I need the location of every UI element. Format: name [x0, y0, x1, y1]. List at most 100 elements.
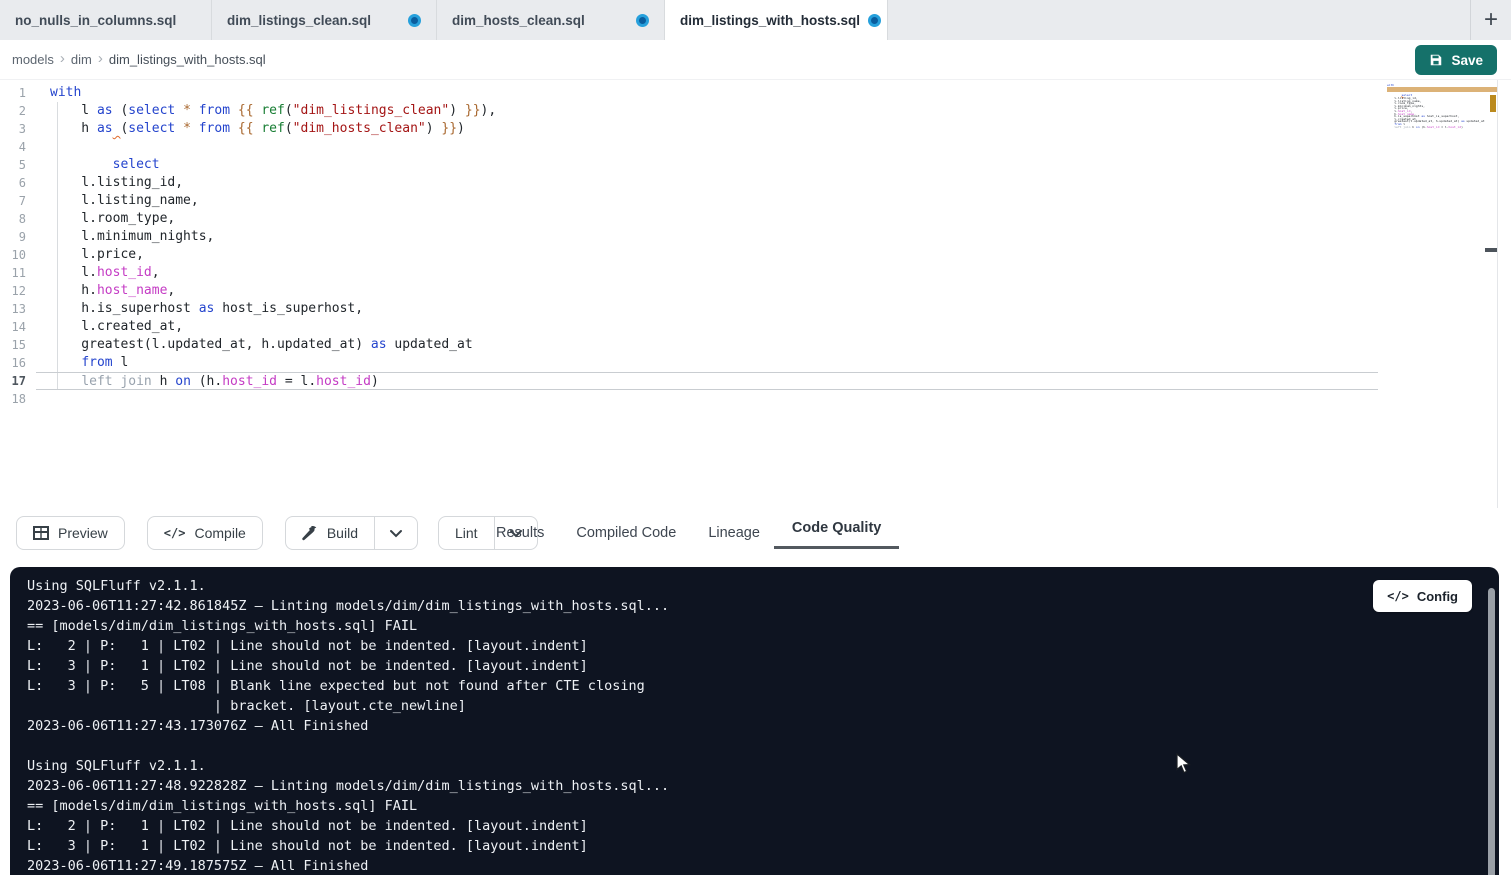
- line-number: 1: [0, 84, 36, 102]
- line-number: 16: [0, 354, 36, 372]
- code-line[interactable]: 16 from l: [0, 354, 1511, 372]
- code-line[interactable]: 6 l.listing_id,: [0, 174, 1511, 192]
- breadcrumb-item: models: [12, 52, 54, 67]
- panel-tab-results[interactable]: Results: [496, 525, 544, 541]
- code-text: [36, 390, 1378, 408]
- scrollbar-lint-mark: [1490, 95, 1496, 112]
- build-dropdown-button[interactable]: [374, 516, 418, 550]
- breadcrumb-item: dim: [71, 52, 92, 67]
- tab-label: dim_listings_clean.sql: [227, 13, 371, 28]
- code-line[interactable]: 4: [0, 138, 1511, 156]
- line-number: 18: [0, 390, 36, 408]
- terminal-line: L: 2 | P: 1 | LT02 | Line should not be …: [27, 816, 1499, 836]
- line-number: 5: [0, 156, 36, 174]
- code-line[interactable]: 9 l.minimum_nights,: [0, 228, 1511, 246]
- code-text: l.host_id,: [36, 264, 1378, 282]
- table-grid-icon: [33, 526, 49, 540]
- code-text: l as (select * from {{ ref("dim_listings…: [36, 102, 1378, 120]
- code-line[interactable]: 7 l.listing_name,: [0, 192, 1511, 210]
- compile-button[interactable]: </> Compile: [147, 516, 263, 550]
- code-line[interactable]: 17 left join h on (h.host_id = l.host_id…: [0, 372, 1511, 390]
- terminal-line: L: 3 | P: 1 | LT02 | Line should not be …: [27, 836, 1499, 856]
- terminal-line: L: 2 | P: 1 | LT02 | Line should not be …: [27, 636, 1499, 656]
- terminal-line: Using SQLFluff v2.1.1.: [27, 576, 1499, 596]
- unsaved-changes-icon[interactable]: [868, 14, 881, 27]
- editor-tab[interactable]: no_nulls_in_columns.sql: [0, 0, 212, 40]
- code-line[interactable]: 8 l.room_type,: [0, 210, 1511, 228]
- compile-label: Compile: [194, 525, 245, 541]
- lint-button[interactable]: Lint: [438, 516, 495, 550]
- config-button[interactable]: </> Config: [1373, 580, 1472, 612]
- code-icon: </>: [1387, 589, 1409, 603]
- code-line[interactable]: 1with: [0, 84, 1511, 102]
- code-text: l.listing_id,: [36, 174, 1378, 192]
- tab-label: dim_listings_with_hosts.sql: [680, 13, 860, 28]
- tab-bar-tabs: no_nulls_in_columns.sql dim_listings_clea…: [0, 0, 888, 40]
- code-line[interactable]: 2 l as (select * from {{ ref("dim_listin…: [0, 102, 1511, 120]
- code-line[interactable]: 18: [0, 390, 1511, 408]
- panel-tab-lineage[interactable]: Lineage: [708, 525, 760, 541]
- terminal-line: [27, 736, 1499, 756]
- code-text: from l: [36, 354, 1378, 372]
- terminal-line: 2023-06-06T11:27:48.922828Z — Linting mo…: [27, 776, 1499, 796]
- minimap[interactable]: with l as (select * from {{ ref("dim_lis…: [1387, 84, 1497, 132]
- code-line[interactable]: 13 h.is_superhost as host_is_superhost,: [0, 300, 1511, 318]
- line-number: 2: [0, 102, 36, 120]
- terminal-line: 2023-06-06T11:27:43.173076Z — All Finish…: [27, 716, 1499, 736]
- preview-label: Preview: [58, 525, 108, 541]
- code-text: greatest(l.updated_at, h.updated_at) as …: [36, 336, 1378, 354]
- code-editor[interactable]: 1with2 l as (select * from {{ ref("dim_l…: [0, 80, 1511, 508]
- terminal-output: Using SQLFluff v2.1.1.2023-06-06T11:27:4…: [10, 567, 1499, 875]
- chevron-right-icon: ›: [98, 50, 103, 67]
- editor-scrollbar[interactable]: [1497, 80, 1511, 508]
- code-text: l.listing_name,: [36, 192, 1378, 210]
- terminal-line: | bracket. [layout.cte_newline]: [27, 696, 1499, 716]
- breadcrumb-item: dim_listings_with_hosts.sql: [109, 52, 266, 67]
- unsaved-changes-icon[interactable]: [408, 14, 421, 27]
- build-button[interactable]: Build: [285, 516, 375, 550]
- code-line[interactable]: 14 l.created_at,: [0, 318, 1511, 336]
- editor-tab[interactable]: dim_listings_with_hosts.sql: [665, 0, 888, 40]
- code-line[interactable]: 15 greatest(l.updated_at, h.updated_at) …: [0, 336, 1511, 354]
- line-number: 17: [0, 372, 36, 390]
- tab-bar: no_nulls_in_columns.sql dim_listings_clea…: [0, 0, 1511, 40]
- code-line[interactable]: 5 select: [0, 156, 1511, 174]
- panel-tab-code-quality[interactable]: Code Quality: [792, 520, 881, 536]
- new-tab-button[interactable]: +: [1470, 0, 1511, 40]
- code-text: l.minimum_nights,: [36, 228, 1378, 246]
- build-label: Build: [327, 525, 358, 541]
- code-line[interactable]: 3 h as (select * from {{ ref("dim_hosts_…: [0, 120, 1511, 138]
- save-button-label: Save: [1451, 53, 1483, 68]
- lint-label: Lint: [455, 525, 478, 541]
- code-line[interactable]: 12 h.host_name,: [0, 282, 1511, 300]
- line-number: 8: [0, 210, 36, 228]
- panel-tab-compiled-code[interactable]: Compiled Code: [576, 525, 676, 541]
- build-split-button: Build: [285, 516, 418, 550]
- unsaved-changes-icon[interactable]: [636, 14, 649, 27]
- chevron-down-icon: [389, 529, 403, 538]
- scrollbar-cursor-mark: [1485, 248, 1497, 252]
- action-toolbar: Preview </> Compile Build Lint Results Co…: [0, 508, 1511, 558]
- line-number: 9: [0, 228, 36, 246]
- save-button[interactable]: Save: [1415, 45, 1497, 75]
- code-text: select: [36, 156, 1378, 174]
- editor-tab[interactable]: dim_listings_clean.sql: [212, 0, 437, 40]
- plus-icon: +: [1484, 8, 1498, 32]
- code-line[interactable]: 11 l.host_id,: [0, 264, 1511, 282]
- line-number: 14: [0, 318, 36, 336]
- terminal-panel[interactable]: Using SQLFluff v2.1.1.2023-06-06T11:27:4…: [10, 567, 1499, 875]
- terminal-scrollbar[interactable]: [1488, 588, 1495, 875]
- hammer-icon: [302, 525, 318, 541]
- code-line[interactable]: 10 l.price,: [0, 246, 1511, 264]
- line-number: 11: [0, 264, 36, 282]
- code-text: left join h on (h.host_id = l.host_id): [36, 372, 1378, 390]
- code-icon: </>: [164, 526, 186, 540]
- line-number: 4: [0, 138, 36, 156]
- terminal-line: 2023-06-06T11:27:42.861845Z — Linting mo…: [27, 596, 1499, 616]
- editor-tab[interactable]: dim_hosts_clean.sql: [437, 0, 665, 40]
- terminal-line: L: 3 | P: 1 | LT02 | Line should not be …: [27, 656, 1499, 676]
- code-area[interactable]: 1with2 l as (select * from {{ ref("dim_l…: [0, 80, 1511, 408]
- tab-label: no_nulls_in_columns.sql: [15, 13, 176, 28]
- preview-button[interactable]: Preview: [16, 516, 125, 550]
- panel-tabs: Results Compiled Code Lineage Code Quality: [496, 508, 881, 558]
